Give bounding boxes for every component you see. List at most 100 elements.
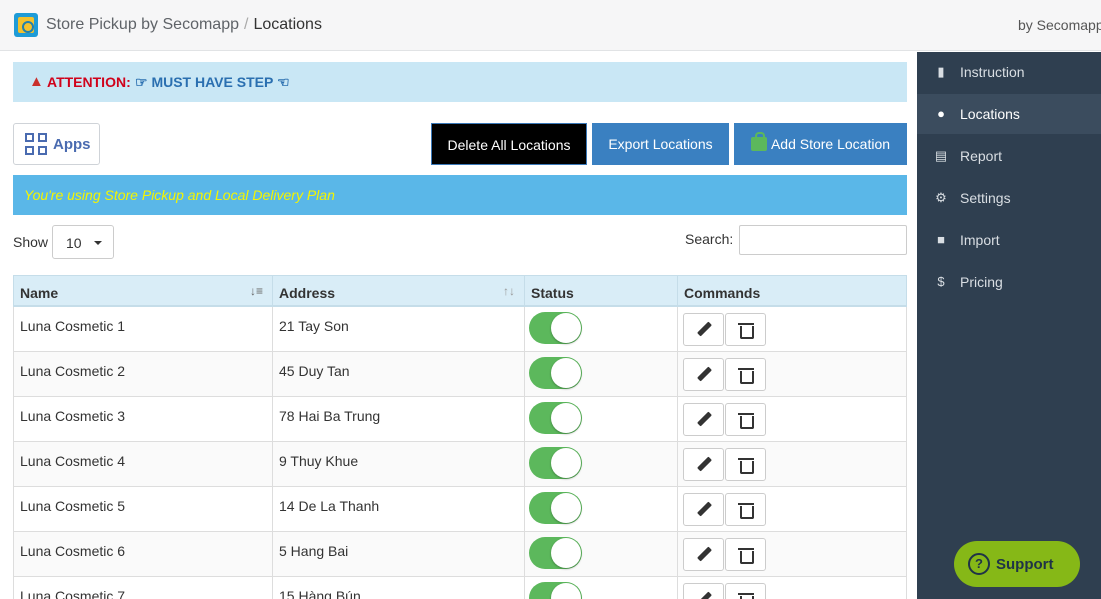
- sidebar-item-locations[interactable]: ● Locations: [917, 94, 1101, 134]
- trash-icon: [738, 322, 754, 339]
- search-label: Search:: [685, 231, 734, 247]
- sidebar-item-instruction[interactable]: ▮ Instruction: [917, 52, 1101, 92]
- cell-status: [524, 442, 677, 486]
- dollar-icon: $: [937, 274, 945, 289]
- cell-status: [524, 397, 677, 441]
- status-toggle[interactable]: [529, 447, 582, 479]
- cell-name: Luna Cosmetic 7: [20, 588, 126, 599]
- cell-commands: [677, 352, 906, 396]
- byline: by Secomapp: [1018, 17, 1101, 33]
- bar-chart-icon: ▤: [934, 148, 948, 163]
- status-toggle[interactable]: [529, 582, 582, 599]
- cell-commands: [677, 442, 906, 486]
- status-toggle[interactable]: [529, 357, 582, 389]
- delete-button[interactable]: [725, 538, 766, 571]
- caret-down-icon: [94, 241, 102, 245]
- export-locations-button[interactable]: Export Locations: [592, 123, 729, 165]
- sort-icon: ↑↓: [503, 284, 515, 298]
- cell-address: 78 Hai Ba Trung: [272, 397, 524, 441]
- cell-commands: [677, 577, 906, 599]
- pencil-icon: [696, 321, 712, 337]
- sidebar-item-import[interactable]: ■ Import: [917, 220, 1101, 260]
- trash-icon: [738, 457, 754, 474]
- cell-name: Luna Cosmetic 3: [20, 408, 126, 424]
- table-row: Luna Cosmetic 3 78 Hai Ba Trung: [13, 397, 907, 442]
- sidebar-item-label: Pricing: [960, 274, 1003, 290]
- breadcrumb-app-name[interactable]: Store Pickup by Secomapp: [46, 16, 239, 33]
- bell-icon: ▲: [29, 73, 44, 90]
- edit-button[interactable]: [683, 583, 724, 599]
- edit-button[interactable]: [683, 538, 724, 571]
- delete-all-locations-button[interactable]: Delete All Locations: [431, 123, 587, 165]
- breadcrumb-separator: /: [244, 16, 249, 33]
- sidebar-item-settings[interactable]: ⚙ Settings: [917, 178, 1101, 218]
- apps-label: Apps: [53, 136, 91, 153]
- delete-button[interactable]: [725, 448, 766, 481]
- book-icon: ▮: [937, 64, 945, 79]
- sidebar-item-report[interactable]: ▤ Report: [917, 136, 1101, 176]
- pencil-icon: [696, 366, 712, 382]
- cell-name: Luna Cosmetic 1: [20, 318, 126, 334]
- column-header-address[interactable]: Address ↑↓: [272, 276, 524, 306]
- pencil-icon: [696, 546, 712, 562]
- show-label: Show: [13, 234, 49, 250]
- trash-icon: [738, 592, 754, 599]
- top-bar: Store Pickup by Secomapp / Locations by Se…: [0, 0, 1101, 51]
- cell-address: 21 Tay Son: [272, 307, 524, 351]
- edit-button[interactable]: [683, 403, 724, 436]
- plan-text: You're using Store Pickup and Local Deli…: [24, 187, 335, 203]
- table-row: Luna Cosmetic 2 45 Duy Tan: [13, 352, 907, 397]
- edit-button[interactable]: [683, 358, 724, 391]
- pencil-icon: [696, 501, 712, 517]
- cell-status: [524, 352, 677, 396]
- trash-icon: [738, 547, 754, 564]
- qr-grid-icon: [25, 133, 47, 155]
- sidebar-item-label: Locations: [960, 106, 1020, 122]
- gear-icon: ⚙: [935, 190, 947, 205]
- pencil-icon: [696, 456, 712, 472]
- status-toggle[interactable]: [529, 492, 582, 524]
- delete-button[interactable]: [725, 493, 766, 526]
- status-toggle[interactable]: [529, 312, 582, 344]
- cell-address: 14 De La Thanh: [272, 487, 524, 531]
- status-toggle[interactable]: [529, 402, 582, 434]
- cell-address: 9 Thuy Khue: [272, 442, 524, 486]
- trash-icon: [738, 502, 754, 519]
- cell-status: [524, 307, 677, 351]
- column-header-name[interactable]: Name ↓≡: [14, 276, 272, 306]
- edit-button[interactable]: [683, 493, 724, 526]
- cell-commands: [677, 532, 906, 576]
- edit-button[interactable]: [683, 448, 724, 481]
- cell-name: Luna Cosmetic 4: [20, 453, 126, 469]
- sidebar-item-pricing[interactable]: $ Pricing: [917, 262, 1101, 302]
- search-input[interactable]: [739, 225, 907, 255]
- add-store-location-button[interactable]: Add Store Location: [734, 123, 907, 165]
- pencil-icon: [696, 411, 712, 427]
- column-header-commands: Commands: [677, 276, 906, 306]
- question-icon: ?: [968, 553, 990, 575]
- table-header: Name ↓≡ Address ↑↓ Status Commands: [13, 275, 907, 307]
- status-toggle[interactable]: [529, 537, 582, 569]
- cell-name: Luna Cosmetic 2: [20, 363, 126, 379]
- plan-banner: You're using Store Pickup and Local Deli…: [13, 175, 907, 215]
- table-row: Luna Cosmetic 4 9 Thuy Khue: [13, 442, 907, 487]
- cell-commands: [677, 487, 906, 531]
- cell-name: Luna Cosmetic 6: [20, 543, 126, 559]
- cell-name: Luna Cosmetic 5: [20, 498, 126, 514]
- breadcrumb-current: Locations: [253, 16, 322, 33]
- sidebar-item-label: Instruction: [960, 64, 1025, 80]
- delete-button[interactable]: [725, 403, 766, 436]
- trash-icon: [738, 412, 754, 429]
- cell-address: 15 Hàng Bún: [272, 577, 524, 599]
- support-button[interactable]: ? Support: [954, 541, 1080, 587]
- delete-button[interactable]: [725, 358, 766, 391]
- page-size-select[interactable]: 10: [52, 225, 114, 259]
- apps-button[interactable]: Apps: [13, 123, 100, 165]
- cell-address: 45 Duy Tan: [272, 352, 524, 396]
- must-have-step-link[interactable]: ☞ MUST HAVE STEP ☜: [135, 74, 290, 91]
- delete-button[interactable]: [725, 313, 766, 346]
- delete-button[interactable]: [725, 583, 766, 599]
- attention-label: ATTENTION:: [47, 74, 131, 90]
- edit-button[interactable]: [683, 313, 724, 346]
- table-row: Luna Cosmetic 7 15 Hàng Bún: [13, 577, 907, 599]
